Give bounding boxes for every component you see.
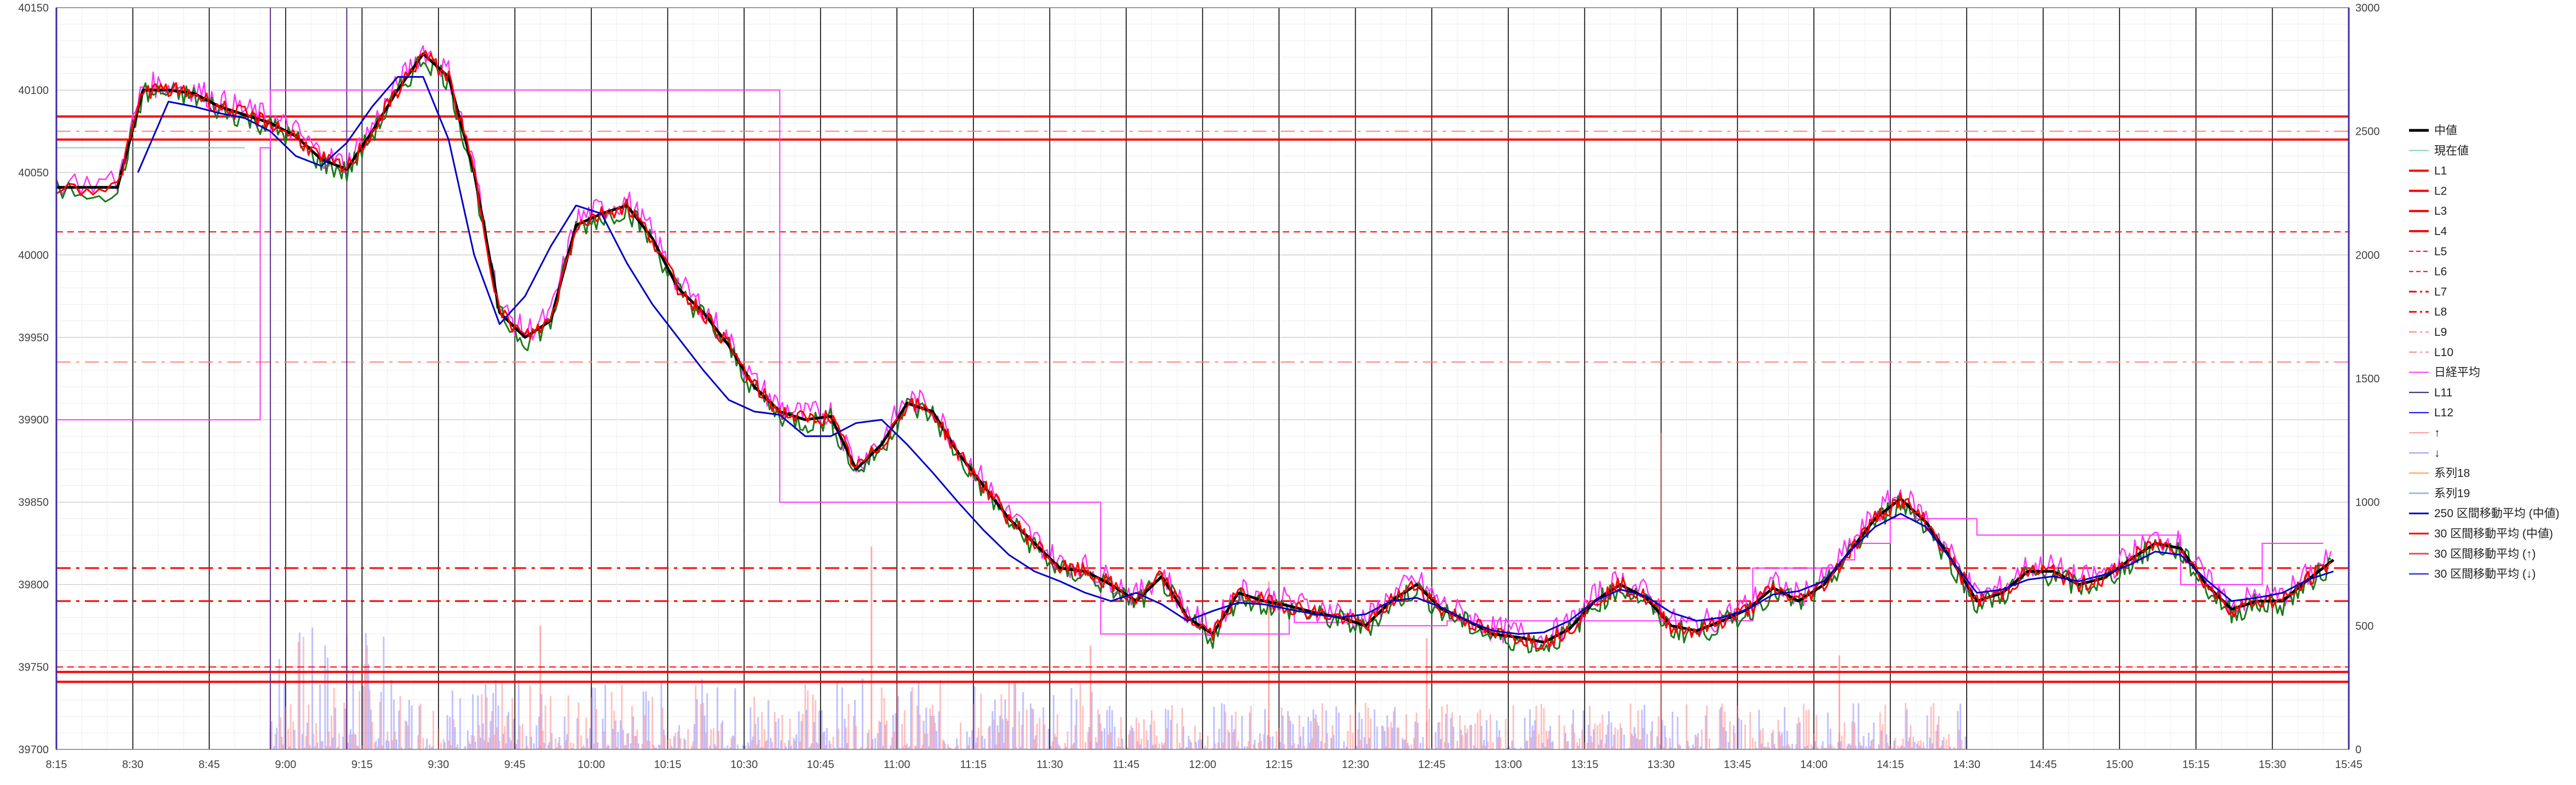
legend-label: L5 <box>2434 245 2447 258</box>
legend-label: L11 <box>2434 386 2452 399</box>
legend-label: 現在値 <box>2434 145 2469 157</box>
x-tick-label: 15:00 <box>2106 759 2133 771</box>
y2-tick-label: 500 <box>2355 620 2373 632</box>
x-tick-label: 15:30 <box>2258 759 2286 771</box>
y2-tick-label: 1000 <box>2355 497 2380 509</box>
y-tick-label: 40050 <box>18 167 49 179</box>
x-tick-label: 12:30 <box>1342 759 1369 771</box>
chart-svg: 39700 39750 39800 39850 39900 39950 40000 40050… <box>18 2 2560 771</box>
legend-label: ↑ <box>2434 427 2440 439</box>
legend-label: 30 区間移動平均 (↑) <box>2434 548 2536 560</box>
y-tick-label: 40100 <box>18 84 49 96</box>
x-tick-label: 13:45 <box>1724 759 1751 771</box>
x-tick-label: 11:15 <box>960 759 987 771</box>
x-tick-label: 12:45 <box>1418 759 1445 771</box>
x-tick-label: 12:00 <box>1189 759 1216 771</box>
legend-label: 系列19 <box>2434 487 2470 500</box>
legend-label: L10 <box>2434 346 2453 359</box>
y2-tick-label: 0 <box>2355 744 2361 756</box>
x-tick-label: 9:00 <box>275 759 296 771</box>
y-tick-label: 39950 <box>18 332 49 344</box>
x-tick-label: 8:30 <box>122 759 143 771</box>
x-tick-label: 11:00 <box>884 759 910 771</box>
legend-label: L8 <box>2434 306 2447 318</box>
legend-label: L9 <box>2434 326 2447 339</box>
x-tick-label: 10:45 <box>807 759 834 771</box>
legend-label: L4 <box>2434 225 2447 238</box>
x-tick-label: 14:00 <box>1800 759 1828 771</box>
x-tick-label: 9:15 <box>351 759 373 771</box>
x-tick-label: 10:30 <box>730 759 758 771</box>
x-tick-label: 15:45 <box>2335 759 2362 771</box>
y-tick-label: 39900 <box>18 414 49 426</box>
x-tick-label: 8:45 <box>199 759 220 771</box>
x-tick-label: 12:15 <box>1265 759 1293 771</box>
x-tick-label: 15:15 <box>2182 759 2210 771</box>
legend-label: L6 <box>2434 266 2447 278</box>
x-tick-label: 14:45 <box>2030 759 2057 771</box>
legend-label: L2 <box>2434 185 2447 197</box>
legend-label: 中値 <box>2434 124 2457 137</box>
legend-label: L1 <box>2434 165 2447 177</box>
y-tick-label: 39800 <box>18 579 49 591</box>
x-tick-label: 9:45 <box>504 759 526 771</box>
x-tick-label: 11:30 <box>1036 759 1063 771</box>
y2-tick-label: 1500 <box>2355 373 2380 385</box>
x-tick-label: 11:45 <box>1113 759 1140 771</box>
legend-label: 30 区間移動平均 (↓) <box>2434 568 2536 581</box>
y-tick-label: 39700 <box>18 744 49 756</box>
legend-label: L7 <box>2434 285 2447 298</box>
x-tick-label: 14:30 <box>1953 759 1980 771</box>
x-tick-label: 9:30 <box>428 759 449 771</box>
y-tick-label: 39750 <box>18 662 49 674</box>
chart: 39700 39750 39800 39850 39900 39950 40000 40050… <box>0 0 2576 782</box>
x-tick-label: 13:00 <box>1495 759 1522 771</box>
legend-label: L12 <box>2434 406 2453 419</box>
x-tick-label: 10:15 <box>654 759 682 771</box>
legend-label: L3 <box>2434 205 2447 217</box>
y-tick-label: 39850 <box>18 497 49 509</box>
y-tick-label: 40000 <box>18 249 49 261</box>
legend-label: 250 区間移動平均 (中値) <box>2434 507 2560 520</box>
legend-label: 系列18 <box>2434 467 2470 480</box>
y2-tick-label: 2000 <box>2355 249 2380 261</box>
x-tick-label: 14:15 <box>1877 759 1904 771</box>
legend-label: ↓ <box>2434 447 2440 460</box>
legend-label: 日経平均 <box>2434 366 2480 379</box>
x-tick-label: 13:30 <box>1647 759 1675 771</box>
legend-label: 30 区間移動平均 (中値) <box>2434 528 2553 540</box>
x-tick-label: 8:15 <box>46 759 67 771</box>
x-tick-label: 10:00 <box>578 759 605 771</box>
x-tick-label: 13:15 <box>1571 759 1598 771</box>
y-tick-label: 40150 <box>18 2 49 14</box>
y2-tick-label: 2500 <box>2355 126 2380 138</box>
y2-tick-label: 3000 <box>2355 2 2380 14</box>
